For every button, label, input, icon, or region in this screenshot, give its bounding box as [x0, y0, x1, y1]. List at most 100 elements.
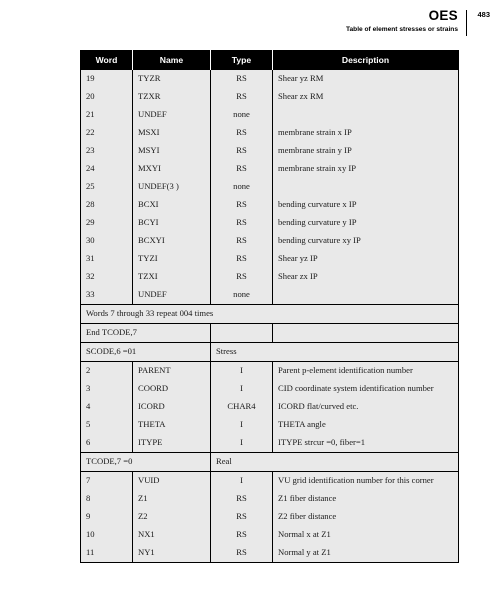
row-description: VU grid identification number for this c… [272, 471, 459, 490]
row-description: CID coordinate system identification num… [272, 380, 459, 398]
row-word: 3 [80, 380, 133, 398]
row-word: 31 [80, 250, 133, 268]
page-subtitle: Table of element stresses or strains [345, 26, 458, 33]
row-word: 32 [80, 268, 133, 286]
row-type: RS [210, 142, 273, 160]
row-type: CHAR4 [210, 398, 273, 416]
row-description: Shear zx RM [272, 88, 459, 106]
table-row: 10 NX1 RS Normal x at Z1 [80, 526, 459, 544]
row-description: Parent p-element identification number [272, 361, 459, 380]
row-name: MSXI [132, 124, 211, 142]
row-name: COORD [132, 380, 211, 398]
table-note-row: Words 7 through 33 repeat 004 times [80, 304, 459, 324]
row-name: UNDEF [132, 286, 211, 305]
row-word: 24 [80, 160, 133, 178]
row-word: 25 [80, 178, 133, 196]
table-group-row: End TCODE,7 [80, 323, 459, 343]
table-container: Word Name Type Description 19 TYZR RS Shear… [80, 50, 459, 563]
row-word: 6 [80, 434, 133, 453]
table-row: 32 TZXI RS Shear zx IP [80, 268, 459, 286]
row-name: BCXYI [132, 232, 211, 250]
table-row: 21 UNDEF none [80, 106, 459, 124]
row-type: RS [210, 490, 273, 508]
row-description: Shear yz IP [272, 250, 459, 268]
page-running-header: OES Table of element stresses or strains… [0, 8, 500, 42]
row-name: THETA [132, 416, 211, 434]
row-description: bending curvature x IP [272, 196, 459, 214]
header-text-block: OES Table of element stresses or strains [346, 8, 458, 35]
table-row: 6 ITYPE I ITYPE strcur =0, fiber=1 [80, 434, 459, 453]
row-type: RS [210, 508, 273, 526]
column-header-word: Word [80, 50, 133, 70]
row-name: UNDEF [132, 106, 211, 124]
row-description [272, 286, 459, 305]
group-row-value: Stress [210, 342, 459, 362]
row-name: ITYPE [132, 434, 211, 453]
table-header: Word Name Type Description [80, 50, 459, 70]
row-name: ICORD [132, 398, 211, 416]
row-type: none [210, 178, 273, 196]
row-name: VUID [132, 471, 211, 490]
group-row-label: TCODE,7 =0 [80, 452, 211, 472]
row-description: Normal x at Z1 [272, 526, 459, 544]
table-row: 22 MSXI RS membrane strain x IP [80, 124, 459, 142]
group-row-label: SCODE,6 =01 [80, 342, 211, 362]
row-word: 7 [80, 471, 133, 490]
table-row: 30 BCXYI RS bending curvature xy IP [80, 232, 459, 250]
row-description: ITYPE strcur =0, fiber=1 [272, 434, 459, 453]
row-word: 28 [80, 196, 133, 214]
row-type: I [210, 471, 273, 490]
row-description: ICORD flat/curved etc. [272, 398, 459, 416]
row-name: Z1 [132, 490, 211, 508]
row-word: 33 [80, 286, 133, 305]
row-name: TZXI [132, 268, 211, 286]
row-description: membrane strain x IP [272, 124, 459, 142]
row-description: Z1 fiber distance [272, 490, 459, 508]
row-name: TYZI [132, 250, 211, 268]
table-row: 7 VUID I VU grid identification number for … [80, 471, 459, 490]
table-group-row: SCODE,6 =01 Stress [80, 342, 459, 362]
row-type: RS [210, 214, 273, 232]
row-type: I [210, 380, 273, 398]
table-header-row: Word Name Type Description [80, 50, 459, 70]
row-type: none [210, 286, 273, 305]
row-type: I [210, 361, 273, 380]
table-row: 28 BCXI RS bending curvature x IP [80, 196, 459, 214]
row-description: membrane strain xy IP [272, 160, 459, 178]
row-word: 30 [80, 232, 133, 250]
table-row: 3 COORD I CID coordinate system identificat… [80, 380, 459, 398]
row-type: none [210, 106, 273, 124]
row-word: 29 [80, 214, 133, 232]
row-type: RS [210, 124, 273, 142]
table-row: 23 MSYI RS membrane strain y IP [80, 142, 459, 160]
row-description: Z2 fiber distance [272, 508, 459, 526]
row-word: 10 [80, 526, 133, 544]
row-name: NX1 [132, 526, 211, 544]
row-name: PARENT [132, 361, 211, 380]
column-header-name: Name [132, 50, 211, 70]
row-name: BCYI [132, 214, 211, 232]
row-description [272, 178, 459, 196]
row-description: bending curvature y IP [272, 214, 459, 232]
row-word: 22 [80, 124, 133, 142]
row-name: BCXI [132, 196, 211, 214]
row-name: TZXR [132, 88, 211, 106]
row-word: 11 [80, 544, 133, 563]
row-type: RS [210, 88, 273, 106]
table-body: 19 TYZR RS Shear yz RM 20 TZXR RS Shear zx RM 21… [80, 70, 459, 563]
row-word: 5 [80, 416, 133, 434]
group-row-type [210, 323, 273, 343]
row-word: 4 [80, 398, 133, 416]
row-description: membrane strain y IP [272, 142, 459, 160]
row-description: Normal y at Z1 [272, 544, 459, 563]
table-row: 4 ICORD CHAR4 ICORD flat/curved etc. [80, 398, 459, 416]
table-row: 5 THETA I THETA angle [80, 416, 459, 434]
row-name: TYZR [132, 70, 211, 88]
row-type: RS [210, 232, 273, 250]
row-type: I [210, 434, 273, 453]
group-row-description [272, 323, 459, 343]
row-word: 9 [80, 508, 133, 526]
group-row-value: Real [210, 452, 459, 472]
row-type: RS [210, 250, 273, 268]
table-row: 24 MXYI RS membrane strain xy IP [80, 160, 459, 178]
